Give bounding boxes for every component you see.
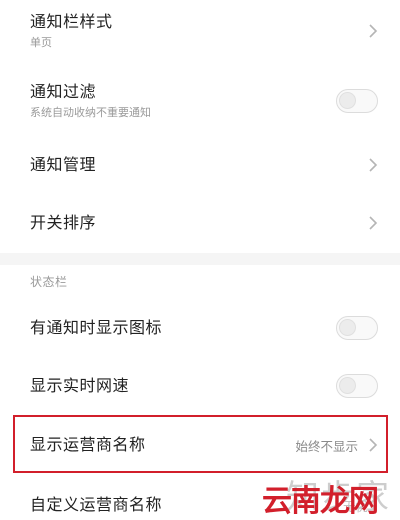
notification-filter-subtitle: 系统自动收纳不重要通知: [30, 106, 151, 119]
show-icon-on-notify-title: 有通知时显示图标: [30, 318, 163, 337]
switch-order-row[interactable]: 开关排序: [0, 200, 400, 246]
brand-watermark: 云南龙网: [262, 484, 379, 519]
show-network-speed-title: 显示实时网速: [30, 376, 130, 395]
show-icon-on-notify-toggle[interactable]: [336, 316, 378, 340]
status-bar-section-header: 状态栏: [30, 275, 68, 289]
settings-screen: 通知栏样式 单页 通知过滤 系统自动收纳不重要通知 通知管理 开关排序 状态栏: [0, 0, 400, 520]
show-network-speed-toggle[interactable]: [336, 374, 378, 398]
notification-filter-toggle[interactable]: [336, 89, 378, 113]
section-divider: [0, 253, 400, 265]
toggle-knob: [339, 377, 356, 394]
show-icon-on-notify-row[interactable]: 有通知时显示图标: [0, 305, 400, 351]
chevron-right-icon: [368, 215, 378, 231]
highlight-box: [13, 415, 388, 473]
chevron-right-icon: [368, 157, 378, 173]
notification-filter-row[interactable]: 通知过滤 系统自动收纳不重要通知: [0, 76, 400, 126]
notification-style-subtitle: 单页: [30, 36, 52, 49]
notification-style-title: 通知栏样式: [30, 12, 113, 31]
switch-order-title: 开关排序: [30, 213, 97, 232]
chevron-right-icon: [368, 23, 378, 39]
toggle-knob: [339, 92, 356, 109]
notification-management-row[interactable]: 通知管理: [0, 142, 400, 188]
show-network-speed-row[interactable]: 显示实时网速: [0, 363, 400, 409]
toggle-knob: [339, 319, 356, 336]
notification-filter-title: 通知过滤: [30, 82, 97, 101]
notification-style-row[interactable]: 通知栏样式 单页: [0, 6, 400, 56]
notification-management-title: 通知管理: [30, 155, 97, 174]
